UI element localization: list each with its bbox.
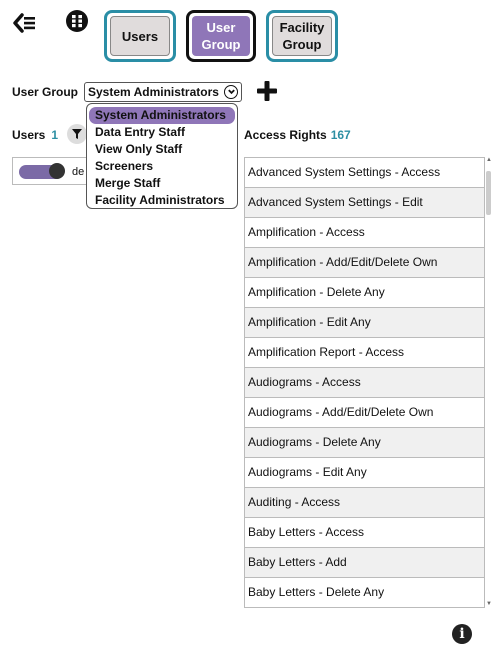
access-right-row[interactable]: Audiograms - Access [244, 368, 485, 398]
tab-facility-group[interactable]: Facility Group [266, 10, 338, 62]
user-group-dropdown[interactable]: System Administrators Data Entry Staff V… [86, 103, 238, 209]
access-rights-heading-label: Access Rights [244, 128, 327, 142]
dropdown-option[interactable]: View Only Staff [89, 141, 235, 158]
access-right-row[interactable]: Audiograms - Edit Any [244, 458, 485, 488]
user-group-label: User Group [12, 85, 79, 99]
access-right-row[interactable]: Baby Letters - Add [244, 548, 485, 578]
access-rights-list[interactable]: Advanced System Settings - Access Advanc… [244, 157, 485, 611]
access-right-row[interactable]: Amplification - Edit Any [244, 308, 485, 338]
info-icon[interactable]: i [452, 624, 472, 644]
tab-users-label: Users [121, 28, 159, 44]
dropdown-option[interactable]: System Administrators [89, 107, 235, 124]
access-right-row[interactable]: Audiograms - Delete Any [244, 428, 485, 458]
tab-user-group-label-2: Group [201, 37, 241, 52]
filter-button[interactable] [67, 124, 87, 144]
add-user-group-button[interactable] [255, 79, 279, 103]
grid-menu-icon[interactable] [64, 8, 90, 34]
access-right-row[interactable]: Advanced System Settings - Access [244, 158, 485, 188]
tab-facility-group-label-1: Facility [279, 20, 325, 35]
dropdown-option[interactable]: Facility Administrators [89, 192, 235, 209]
tab-user-group[interactable]: User Group [186, 10, 256, 62]
tab-users[interactable]: Users [104, 10, 176, 62]
access-right-row[interactable]: Amplification - Access [244, 218, 485, 248]
dropdown-option[interactable]: Data Entry Staff [89, 124, 235, 141]
user-enabled-toggle[interactable] [19, 163, 65, 179]
tab-facility-group-label-2: Group [282, 37, 322, 52]
user-list-item[interactable]: de [12, 157, 92, 185]
user-name: de [72, 166, 85, 178]
scroll-down-icon[interactable]: ▼ [486, 601, 492, 607]
chevron-down-icon [224, 85, 238, 99]
user-group-select[interactable]: System Administrators [84, 82, 242, 102]
users-heading: Users 1 [12, 128, 58, 142]
access-right-row[interactable]: Baby Letters - Access [244, 518, 485, 548]
access-right-row[interactable]: Baby Letters - Delete Any [244, 578, 485, 608]
user-group-selected-value: System Administrators [88, 85, 219, 99]
filter-icon [72, 129, 82, 139]
access-right-row[interactable]: Audiograms - Add/Edit/Delete Own [244, 398, 485, 428]
dropdown-option[interactable]: Merge Staff [89, 175, 235, 192]
access-right-row[interactable]: Advanced System Settings - Edit [244, 188, 485, 218]
access-right-row[interactable]: Auditing - Access [244, 488, 485, 518]
access-rights-count: 167 [330, 128, 351, 142]
users-heading-label: Users [12, 128, 46, 142]
access-right-row[interactable]: Amplification - Add/Edit/Delete Own [244, 248, 485, 278]
access-right-row[interactable]: Amplification - Delete Any [244, 278, 485, 308]
access-rights-scrollbar[interactable]: ▲ ▼ [485, 157, 492, 610]
scroll-up-icon[interactable]: ▲ [486, 157, 492, 163]
plus-icon [257, 81, 277, 101]
scroll-thumb[interactable] [486, 171, 491, 215]
dropdown-option[interactable]: Screeners [89, 158, 235, 175]
access-right-row[interactable]: Amplification Report - Access [244, 338, 485, 368]
collapse-menu-icon[interactable] [12, 10, 38, 36]
users-count: 1 [51, 128, 59, 142]
access-rights-heading: Access Rights 167 [244, 128, 351, 142]
tab-user-group-label-1: User [206, 20, 236, 35]
